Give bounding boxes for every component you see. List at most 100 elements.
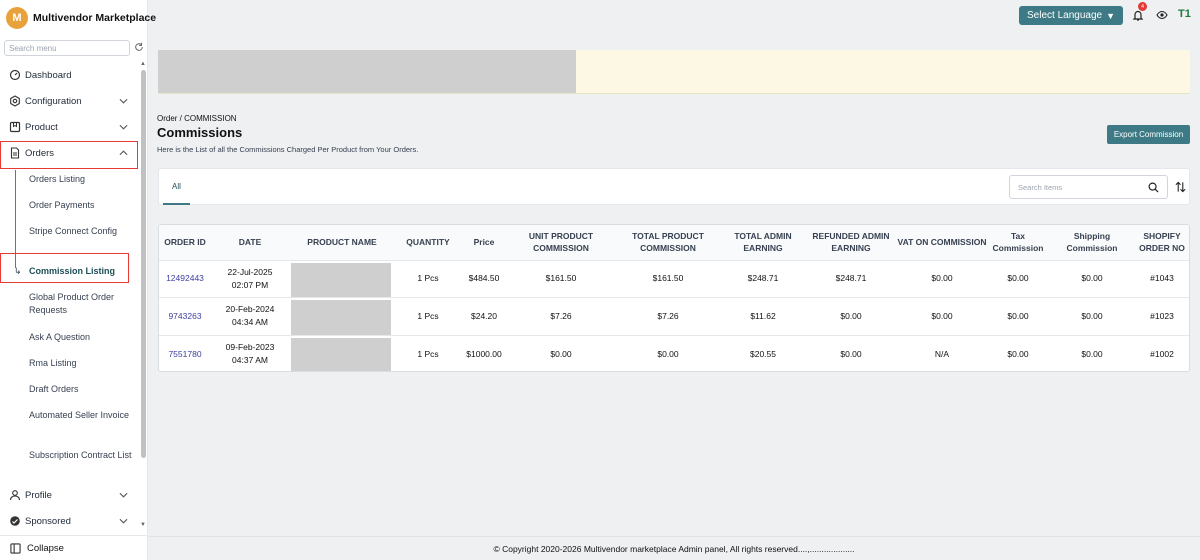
orders-icon <box>9 147 21 159</box>
item-search-box <box>1009 175 1168 199</box>
tab-all[interactable]: All <box>163 169 190 205</box>
sidebar-subitem-draft-orders[interactable]: Draft Orders <box>29 383 134 396</box>
sidebar-item-sponsored[interactable]: Sponsored <box>0 514 140 528</box>
sidebar-subitem-rma-listing[interactable]: Rma Listing <box>29 357 134 370</box>
admin-earning-cell: $11.62 <box>721 297 805 336</box>
tax-cell: $0.00 <box>1007 348 1029 359</box>
admin-earning-cell: $248.71 <box>721 260 805 298</box>
table-header-row: ORDER ID DATE PRODUCT NAME QUANTITY Pric… <box>159 225 1189 261</box>
order-id-link[interactable]: 12492443 <box>166 273 204 283</box>
col-shopify-order-no: SHOPIFY ORDER NO <box>1135 225 1189 261</box>
sidebar-subitem-subscription-contract-list[interactable]: Subscription Contract List <box>29 449 134 462</box>
product-name-cell <box>289 297 395 336</box>
price-cell: $484.50 <box>461 260 507 298</box>
chevron-down-icon <box>119 97 128 106</box>
chevron-down-icon <box>119 517 128 526</box>
sidebar-subitem-commission-listing[interactable]: Commission Listing <box>29 265 134 278</box>
collapse-button[interactable]: Collapse <box>0 535 148 560</box>
sidebar-scrollbar-thumb[interactable] <box>141 70 146 458</box>
sidebar-subitem-order-payments[interactable]: Order Payments <box>29 199 134 212</box>
table-row: 12492443 22-Jul-2025 02:07 PM 1 Pcs $484.… <box>159 260 1189 298</box>
product-name-placeholder <box>291 300 391 335</box>
admin-earning-cell: $20.55 <box>750 348 776 359</box>
chevron-down-icon <box>119 123 128 132</box>
scroll-up-icon[interactable]: ▲ <box>140 61 146 67</box>
price-cell: $24.20 <box>461 297 507 336</box>
refunded-cell: $248.71 <box>805 260 897 298</box>
refunded-cell: $0.00 <box>840 348 862 359</box>
refresh-icon[interactable] <box>134 42 144 52</box>
caret-down-icon: ▼ <box>1106 10 1115 21</box>
unit-commission-cell: $7.26 <box>507 297 615 336</box>
scroll-down-icon[interactable]: ▼ <box>140 522 146 528</box>
notification-badge: 4 <box>1138 2 1147 11</box>
sort-icon[interactable] <box>1175 181 1186 193</box>
footer-copyright: © Copyright 2020-2026 Multivendor market… <box>148 536 1200 560</box>
chevron-down-icon <box>119 491 128 500</box>
dashboard-icon <box>9 69 21 81</box>
product-name-placeholder <box>291 262 391 297</box>
search-icon[interactable] <box>1148 182 1159 193</box>
col-quantity: QUANTITY <box>395 225 461 261</box>
select-language-button[interactable]: Select Language ▼ <box>1019 6 1123 25</box>
collapse-icon <box>10 542 21 554</box>
banner-image-placeholder <box>158 50 576 93</box>
unit-commission-cell: $0.00 <box>550 348 572 359</box>
shipping-cell: $0.00 <box>1081 348 1103 359</box>
breadcrumb: Order / COMMISSION <box>157 114 237 123</box>
order-date: 22-Jul-2025 <box>227 266 273 277</box>
eye-icon[interactable] <box>1156 10 1168 20</box>
submenu-arrow-icon: ↳ <box>14 266 22 276</box>
sidebar-item-label: Sponsored <box>25 515 71 527</box>
order-time: 04:34 AM <box>232 317 268 328</box>
sidebar-item-profile[interactable]: Profile <box>0 488 140 502</box>
sidebar-item-product[interactable]: Product <box>0 120 140 134</box>
search-input[interactable] <box>1018 181 1138 194</box>
shipping-cell: $0.00 <box>1049 297 1135 336</box>
user-avatar[interactable]: T1 <box>1178 8 1191 20</box>
shopify-order-cell: #1043 <box>1135 260 1189 298</box>
col-vat-on-commission: VAT ON COMMISSION <box>897 225 987 261</box>
product-name-cell <box>289 260 395 298</box>
sidebar-item-label: Product <box>25 121 58 133</box>
total-commission-cell: $161.50 <box>615 260 721 298</box>
order-id-link[interactable]: 7551780 <box>168 349 201 359</box>
export-commission-button[interactable]: Export Commission <box>1107 125 1190 144</box>
sidebar-item-orders[interactable]: Orders <box>0 146 140 160</box>
shopify-order-cell: #1023 <box>1135 297 1189 336</box>
order-date: 09-Feb-2023 <box>225 342 275 352</box>
col-order-id: ORDER ID <box>159 225 211 261</box>
tabs-bar: All <box>158 168 1190 205</box>
order-time: 04:37 AM <box>232 355 268 365</box>
order-id-link[interactable]: 9743263 <box>168 311 201 321</box>
sidebar-item-configuration[interactable]: Configuration <box>0 94 140 108</box>
col-tax-commission: Tax Commission <box>987 225 1049 261</box>
quantity-cell: 1 Pcs <box>395 297 461 336</box>
vat-cell: N/A <box>934 348 950 359</box>
sidebar-item-label: Configuration <box>25 95 82 107</box>
sidebar-item-label: Orders <box>25 147 55 159</box>
sidebar-subitem-global-product-order-requests[interactable]: Global Product Order Requests <box>29 291 134 317</box>
menu-search-input[interactable] <box>4 40 130 56</box>
col-product-name: PRODUCT NAME <box>289 225 395 261</box>
page-description: Here is the List of all the Commissions … <box>157 145 419 154</box>
sidebar-item-label: Profile <box>25 489 52 501</box>
sidebar-subitem-stripe-connect-config[interactable]: Stripe Connect Config <box>29 225 134 238</box>
col-total-product-commission: TOTAL PRODUCT COMMISSION <box>615 225 721 261</box>
sidebar-subitem-ask-a-question[interactable]: Ask A Question <box>29 331 134 344</box>
tax-cell: $0.00 <box>987 260 1049 298</box>
shopify-order-cell: #1002 <box>1150 348 1174 359</box>
sidebar: M Multivendor Marketplace Dashboard Conf… <box>0 0 156 560</box>
brand[interactable]: M Multivendor Marketplace <box>6 6 156 30</box>
brand-logo: M <box>6 7 28 29</box>
select-language-label: Select Language <box>1027 10 1103 21</box>
sidebar-subitem-automated-seller-invoice[interactable]: Automated Seller Invoice <box>29 409 134 422</box>
sidebar-item-dashboard[interactable]: Dashboard <box>0 68 140 82</box>
order-time: 02:07 PM <box>231 279 269 290</box>
sidebar-subitem-orders-listing[interactable]: Orders Listing <box>29 173 134 186</box>
price-cell: $1000.00 <box>466 348 502 359</box>
quantity-cell: 1 Pcs <box>395 260 461 298</box>
sidebar-item-label: Dashboard <box>25 69 72 81</box>
sponsored-icon <box>9 515 21 527</box>
product-icon <box>9 121 21 133</box>
